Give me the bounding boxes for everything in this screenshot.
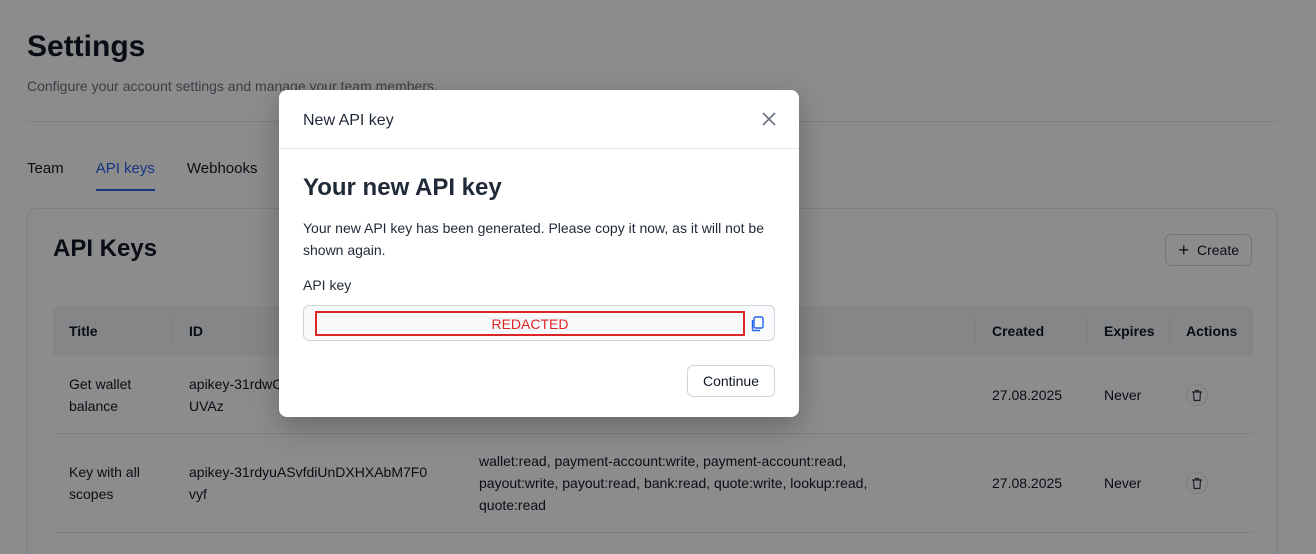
- copy-button[interactable]: [750, 316, 764, 332]
- api-key-value: REDACTED: [315, 311, 745, 336]
- modal-title: New API key: [303, 112, 394, 129]
- settings-page: Settings Configure your account settings…: [0, 0, 1316, 554]
- api-key-field[interactable]: REDACTED: [303, 305, 775, 341]
- new-api-key-dialog: New API key Your new API key Your new AP…: [279, 90, 799, 417]
- close-button[interactable]: [757, 107, 781, 131]
- continue-button[interactable]: Continue: [686, 365, 775, 397]
- copy-icon: [751, 316, 764, 332]
- close-icon: [762, 112, 776, 126]
- modal-header: New API key: [279, 90, 799, 149]
- api-key-label: API key: [303, 277, 352, 293]
- modal-description: Your new API key has been generated. Ple…: [303, 220, 764, 258]
- modal-heading: Your new API key: [303, 174, 502, 201]
